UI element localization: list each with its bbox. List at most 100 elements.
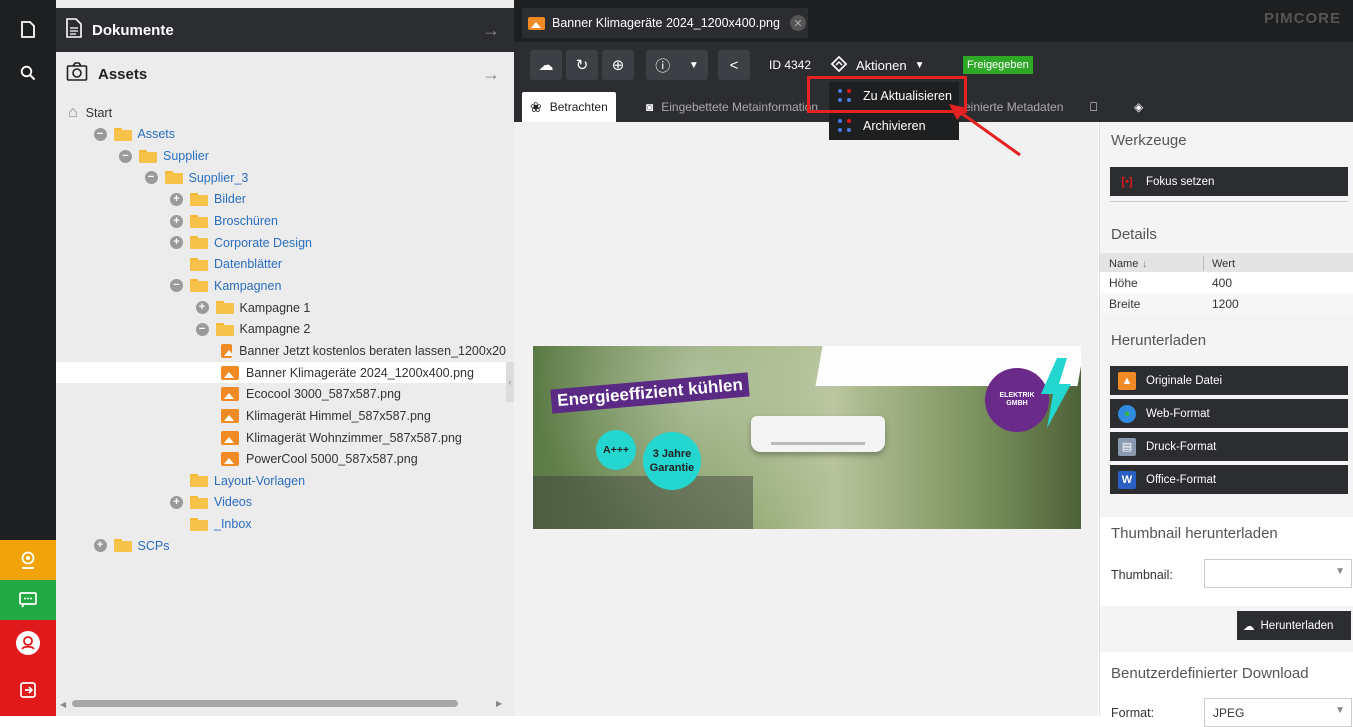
tab-embedded-metadata-label: Eingebettete Metainformation	[661, 100, 819, 114]
tree-item-label: Broschüren	[214, 214, 278, 229]
expand-icon[interactable]: +	[195, 301, 209, 315]
arrow-right-icon[interactable]: →	[482, 64, 500, 85]
details-header-row: Name ↓ Wert	[1100, 253, 1353, 274]
collapse-icon[interactable]: −	[144, 171, 158, 185]
download-print-button[interactable]: ▤ Druck-Format	[1110, 432, 1348, 461]
horizontal-scrollbar[interactable]: ◀ ▶	[56, 696, 514, 710]
details-value-header[interactable]: Wert	[1212, 258, 1235, 270]
folder-icon	[164, 171, 183, 185]
tree-item[interactable]: + Broschüren	[56, 210, 506, 232]
tree-item[interactable]: − Supplier	[56, 145, 506, 167]
info-icon: ⓘ	[655, 57, 671, 75]
logout-icon[interactable]	[0, 670, 56, 710]
tree-item[interactable]: − Supplier_3	[56, 167, 506, 189]
download-web-button[interactable]: ● Web-Format	[1110, 399, 1348, 428]
workflow-icon: ◈	[1134, 100, 1144, 114]
collapse-handle[interactable]: ‹	[506, 362, 514, 402]
folder-icon	[190, 474, 208, 488]
reload-icon[interactable]: ↻	[566, 50, 598, 80]
set-focus-button[interactable]: [•] Fokus setzen	[1110, 167, 1348, 196]
tree-item[interactable]: Ecocool 3000_587x587.png	[56, 383, 506, 405]
tab-embedded-metadata[interactable]: ◙ Eingebettete Metainformation	[638, 92, 826, 122]
user-badge-icon[interactable]	[0, 540, 56, 580]
energy-class-badge: A+++	[596, 430, 636, 470]
image-icon: ▲	[1118, 371, 1136, 390]
folder-icon	[190, 257, 208, 271]
scroll-right-icon[interactable]: ▶	[496, 699, 502, 708]
scrollbar-thumb[interactable]	[72, 700, 458, 707]
tree-item[interactable]: Banner Jetzt kostenlos beraten lassen_12…	[56, 340, 506, 362]
download-office-button[interactable]: W Office-Format	[1110, 465, 1348, 494]
scroll-left-icon[interactable]: ◀	[60, 700, 68, 709]
tree-item[interactable]: + SCPs	[56, 535, 506, 557]
thumbnail-download-label: Herunterladen	[1260, 619, 1334, 632]
thumbnail-download-button[interactable]: ☁ Herunterladen	[1237, 611, 1351, 640]
arrow-right-icon[interactable]: →	[482, 20, 500, 41]
menu-item-archive[interactable]: Archivieren	[829, 112, 959, 140]
table-row: Höhe 400	[1100, 272, 1353, 293]
tree-item[interactable]: PowerCool 5000_587x587.png	[56, 448, 506, 470]
format-select[interactable]: JPEG ▼	[1204, 698, 1352, 727]
warranty-line-1: 3 Jahre	[652, 448, 692, 460]
tree-item[interactable]: + Corporate Design	[56, 232, 506, 254]
share-icon[interactable]: <	[718, 50, 750, 80]
document-icon[interactable]	[0, 8, 56, 50]
folder-icon	[215, 301, 234, 315]
tree-item[interactable]: + Videos	[56, 492, 506, 514]
tree-item[interactable]: − Assets	[56, 124, 506, 146]
actions-label: Aktionen	[856, 57, 907, 73]
expand-icon[interactable]: +	[170, 214, 183, 228]
tree-item[interactable]: − Kampagne 2	[56, 319, 506, 341]
custom-download-title: Benutzerdefinierter Download	[1111, 665, 1309, 682]
tree-item[interactable]: + Kampagne 1	[56, 297, 506, 319]
download-original-button[interactable]: ▲ Originale Datei	[1110, 366, 1348, 395]
tools-title: Werkzeuge	[1111, 132, 1187, 149]
tab-workflow[interactable]: ◈	[1126, 92, 1151, 122]
banner-image: Energieeffizient kühlen A+++ 3 Jahre Gar…	[533, 346, 1081, 529]
thumbnail-select[interactable]: ▼	[1204, 559, 1352, 588]
chat-icon[interactable]	[0, 580, 56, 620]
lightning-icon	[1039, 358, 1073, 428]
tree-item[interactable]: ⌂ Start	[56, 102, 506, 124]
details-name-header[interactable]: Name	[1109, 258, 1138, 270]
tree-item[interactable]: Layout-Vorlagen	[56, 470, 506, 492]
tree-item[interactable]: Banner Klimageräte 2024_1200x400.png	[56, 361, 506, 384]
collapse-icon[interactable]: −	[195, 322, 209, 336]
tree-item[interactable]: − Kampagnen	[56, 275, 506, 297]
tree-item-label: Start	[85, 105, 113, 120]
cloud-download-icon: ☁	[1243, 620, 1255, 633]
tab-view[interactable]: ❀ Betrachten	[522, 92, 616, 122]
download-print-label: Druck-Format	[1146, 440, 1217, 453]
tree-item-label: Assets	[137, 127, 176, 142]
info-button[interactable]: ⓘ ▼	[646, 50, 708, 80]
tree-item[interactable]: + Bilder	[56, 189, 506, 211]
close-icon[interactable]: ✕	[789, 15, 806, 31]
assets-panel-header[interactable]: Assets →	[56, 52, 514, 96]
download-office-label: Office-Format	[1146, 473, 1217, 486]
tree-item[interactable]: _Inbox	[56, 513, 506, 535]
caret-down-icon: ▼	[914, 59, 925, 71]
expand-icon[interactable]: +	[170, 192, 183, 206]
table-row: Breite 1200	[1100, 293, 1353, 314]
collapse-icon[interactable]: −	[93, 127, 107, 141]
tree-item-label: Kampagnen	[214, 278, 282, 293]
tree-item[interactable]: Klimagerät Wohnzimmer_587x587.png	[56, 427, 506, 449]
documents-panel-header[interactable]: Dokumente →	[56, 8, 514, 52]
tab-bookmark[interactable]: ⎕	[1082, 92, 1105, 122]
expand-icon[interactable]: +	[170, 495, 183, 509]
detail-name: Breite	[1109, 296, 1141, 311]
collapse-icon[interactable]: −	[170, 279, 183, 293]
image-icon	[221, 430, 239, 445]
collapse-icon[interactable]: −	[119, 149, 132, 163]
locate-icon[interactable]: ⊕	[602, 50, 634, 80]
image-viewer: Energieeffizient kühlen A+++ 3 Jahre Gar…	[514, 122, 1098, 716]
expand-icon[interactable]: +	[170, 236, 183, 250]
editor-tab[interactable]: Banner Klimageräte 2024_1200x400.png ✕	[522, 8, 808, 38]
save-cloud-icon[interactable]: ☁	[530, 50, 562, 80]
tree-item[interactable]: Datenblätter	[56, 254, 506, 276]
search-icon[interactable]	[0, 52, 56, 94]
detail-name: Höhe	[1109, 275, 1138, 290]
format-value: JPEG	[1213, 706, 1245, 720]
tree-item[interactable]: Klimagerät Himmel_587x587.png	[56, 405, 506, 427]
expand-icon[interactable]: +	[93, 539, 107, 553]
